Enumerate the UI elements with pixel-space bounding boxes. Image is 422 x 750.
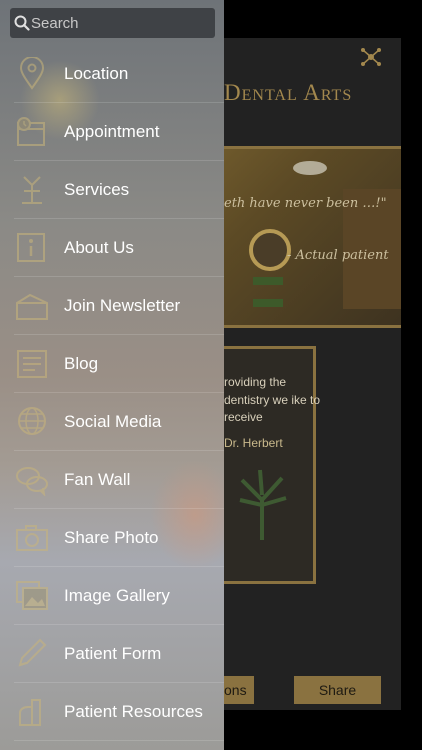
menu-item-label: Fan Wall — [64, 470, 131, 489]
menu-list: Location Appointment Services About Us J… — [0, 45, 224, 741]
pencil-icon — [18, 638, 47, 667]
services-icon — [22, 176, 42, 204]
share-button[interactable]: Share — [294, 676, 381, 704]
mailbox-icon — [16, 293, 48, 320]
chat-bubbles-icon — [16, 467, 48, 496]
menu-item-label: Blog — [64, 354, 99, 373]
menu-item-location[interactable]: Location — [14, 45, 224, 103]
menu-item-label: Patient Resources — [64, 702, 203, 721]
menu-item-blog[interactable]: Blog — [14, 335, 224, 393]
brand-title: Dental Arts — [224, 80, 353, 105]
search-input[interactable] — [31, 8, 211, 38]
doctor-card-text: roviding the dentistry we ike to receive — [224, 375, 321, 424]
info-icon — [17, 233, 45, 262]
menu-item-join-newsletter[interactable]: Join Newsletter — [14, 277, 224, 335]
menu-item-label: Services — [64, 180, 130, 199]
menu-item-patient-form[interactable]: Patient Form — [14, 625, 224, 683]
menu-item-label: Patient Form — [64, 644, 162, 663]
search-bar[interactable] — [10, 8, 215, 38]
menu-item-label: Join Newsletter — [64, 296, 181, 315]
menu-item-services[interactable]: Services — [14, 161, 224, 219]
calendar-clock-icon — [17, 117, 45, 146]
side-menu-drawer: Location Appointment Services About Us — [0, 0, 224, 750]
menu-item-label: Image Gallery — [64, 586, 170, 605]
menu-item-label: Social Media — [64, 412, 162, 431]
gallery-icon — [16, 581, 48, 610]
globe-icon — [18, 407, 46, 435]
directions-button-label: ons — [224, 682, 247, 698]
blog-icon — [17, 350, 47, 378]
menu-item-about-us[interactable]: About Us — [14, 219, 224, 277]
menu-item-patient-resources[interactable]: Patient Resources — [14, 683, 224, 741]
menu-item-social-media[interactable]: Social Media — [14, 393, 224, 451]
menu-item-label: Location — [64, 64, 129, 83]
menu-item-image-gallery[interactable]: Image Gallery — [14, 567, 224, 625]
plant-icon — [239, 469, 287, 540]
resources-icon — [19, 699, 41, 726]
menu-item-label: Share Photo — [64, 528, 159, 547]
share-network-icon[interactable] — [360, 46, 382, 68]
search-icon — [14, 15, 30, 31]
location-pin-icon — [19, 57, 45, 90]
menu-item-label: Appointment — [64, 122, 160, 141]
testimonial-quote: eth have never been …!" — [224, 196, 387, 211]
camera-icon — [16, 525, 48, 551]
menu-item-fan-wall[interactable]: Fan Wall — [14, 451, 224, 509]
menu-item-share-photo[interactable]: Share Photo — [14, 509, 224, 567]
testimonial-author: - Actual patient — [287, 248, 389, 263]
menu-item-label: About Us — [64, 238, 134, 257]
menu-item-appointment[interactable]: Appointment — [14, 103, 224, 161]
doctor-signature: Dr. Herbert — [224, 436, 283, 450]
